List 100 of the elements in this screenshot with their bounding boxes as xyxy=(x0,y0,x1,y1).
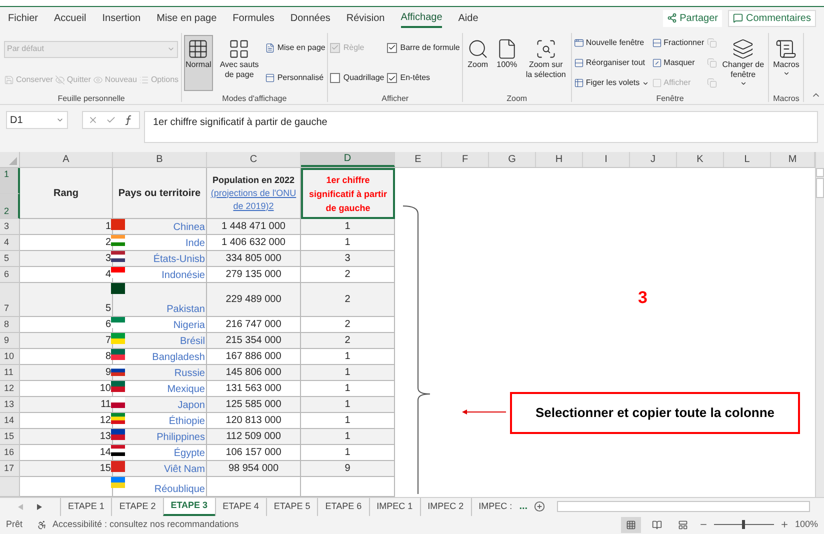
table-cell: 120 813 000 xyxy=(207,413,301,429)
row-header[interactable]: 4 xyxy=(0,235,20,251)
column-header[interactable]: G xyxy=(489,152,536,167)
ribbon-button[interactable]: Avec sauts de page xyxy=(216,35,262,91)
menu-tab[interactable]: Révision xyxy=(346,8,385,28)
zoom-in-icon[interactable] xyxy=(780,520,789,529)
ribbon-button[interactable]: Réorganiser tout xyxy=(574,56,646,69)
checkbox[interactable]: En-têtes xyxy=(387,72,430,84)
column-header[interactable]: F xyxy=(442,152,489,167)
row-header[interactable]: 9 xyxy=(0,333,20,349)
macro-icon xyxy=(775,38,798,60)
ribbon-button[interactable]: Macros xyxy=(771,35,802,91)
column-header[interactable]: I xyxy=(583,152,630,167)
formula-field[interactable]: 1er chiffre significatif à partir de gauche xyxy=(144,111,818,143)
row-header[interactable]: 8 xyxy=(0,317,20,333)
ribbon-button[interactable]: Masquer xyxy=(652,56,695,69)
source-link[interactable]: (projections de l'ONU de 2019)2 xyxy=(207,186,300,212)
column-header[interactable]: J xyxy=(630,152,677,167)
menu-tab[interactable]: Accueil xyxy=(54,8,86,28)
table-cell: 1 xyxy=(301,349,395,365)
ribbon-button[interactable]: Figer les volets xyxy=(574,77,649,90)
sheet-tab[interactable]: ETAPE 6 xyxy=(317,498,369,516)
table-cell: 10 xyxy=(20,381,113,397)
menu-tab[interactable]: Insertion xyxy=(102,8,141,28)
row-header[interactable]: 13 xyxy=(0,397,20,413)
column-header[interactable]: A xyxy=(20,152,113,167)
column-header[interactable]: K xyxy=(677,152,724,167)
ribbon-button[interactable]: Changer de fenêtre xyxy=(720,35,766,91)
accessibility-status[interactable]: Accessibilité : consultez nos recommandations xyxy=(52,518,239,532)
pages-icon xyxy=(707,38,718,48)
table-cell: 125 585 000 xyxy=(207,397,301,413)
horizontal-scrollbar[interactable] xyxy=(556,501,810,512)
column-heading[interactable]: 1er chiffre significatif à partir de gauche xyxy=(301,168,395,219)
more-tabs[interactable]: ... xyxy=(519,499,528,514)
zoom-slider-thumb[interactable] xyxy=(742,520,746,529)
vertical-scrollbar[interactable] xyxy=(815,152,824,497)
menu-tab[interactable]: Fichier xyxy=(8,8,38,28)
window-icon xyxy=(574,38,584,48)
column-header[interactable]: D xyxy=(301,152,395,167)
row-header[interactable]: 3 xyxy=(0,219,20,235)
row-header[interactable]: 7 xyxy=(0,283,20,317)
checkbox[interactable]: Quadrillage xyxy=(330,72,384,84)
menu-tab[interactable]: Mise en page xyxy=(156,8,217,28)
menu-tab[interactable]: Formules xyxy=(232,8,274,28)
sheet-tab[interactable]: ETAPE 1 xyxy=(60,498,112,516)
row-header[interactable]: 17 xyxy=(0,461,20,477)
name-box[interactable]: D1 xyxy=(6,111,68,129)
layout-icon xyxy=(678,520,688,530)
row-header[interactable]: 15 xyxy=(0,429,20,445)
menu-tab[interactable]: Aide xyxy=(458,8,478,28)
ribbon-button[interactable]: Nouvelle fenêtre xyxy=(574,36,644,49)
add-sheet-icon[interactable] xyxy=(534,501,545,512)
table-cell: 167 886 000 xyxy=(207,349,301,365)
row-header[interactable]: 11 xyxy=(0,365,20,381)
sheet-tab[interactable]: IMPEC 1 xyxy=(368,498,420,516)
row-header[interactable]: 12 xyxy=(0,381,20,397)
checkbox[interactable]: Barre de formule xyxy=(387,42,460,54)
column-header[interactable]: H xyxy=(536,152,583,167)
ribbon-button[interactable]: Mise en page xyxy=(265,42,326,54)
share-button[interactable]: Partager xyxy=(662,10,722,26)
column-header[interactable]: E xyxy=(395,152,442,167)
sheet-tab[interactable]: IMPEC 2 xyxy=(420,498,471,516)
row-header[interactable]: 5 xyxy=(0,251,20,267)
table-cell: Pakistan xyxy=(166,304,205,316)
row-header[interactable]: 1 xyxy=(0,168,20,194)
row-header[interactable]: 16 xyxy=(0,445,20,461)
table-cell: Inde xyxy=(186,238,205,250)
sheet-tab[interactable]: IMPEC : xyxy=(470,498,520,516)
enter-icon[interactable] xyxy=(106,115,116,125)
check-icon xyxy=(388,43,396,52)
accessibility-icon[interactable] xyxy=(36,520,47,530)
table-cell: 3 xyxy=(20,251,113,267)
table-cell: 9 xyxy=(20,365,113,381)
step-number: 3 xyxy=(638,287,648,309)
cancel-icon[interactable] xyxy=(88,115,98,125)
function-icon[interactable] xyxy=(124,115,134,125)
sheet-tab[interactable]: ETAPE 4 xyxy=(214,498,266,516)
ribbon-button[interactable]: Personnalisé xyxy=(265,72,324,84)
column-header[interactable]: L xyxy=(724,152,771,167)
menu-tab[interactable]: Données xyxy=(290,8,330,28)
check-icon xyxy=(331,43,340,52)
row-header[interactable]: 2 xyxy=(0,194,20,219)
ribbon-button[interactable]: Zoom xyxy=(464,35,491,91)
status-text: Prêt xyxy=(6,518,23,531)
ribbon-button[interactable]: Zoom sur la sélection xyxy=(522,35,569,91)
sheet-tab[interactable]: ETAPE 3 xyxy=(162,498,215,516)
arrow xyxy=(462,409,506,415)
view-button[interactable] xyxy=(620,516,641,532)
column-header[interactable]: B xyxy=(113,152,207,167)
ribbon-button[interactable]: Normal xyxy=(184,35,214,91)
row-header[interactable]: 6 xyxy=(0,267,20,283)
table-cell: 279 135 000 xyxy=(207,267,301,283)
sheet-tab[interactable]: ETAPE 5 xyxy=(266,498,318,516)
row-header[interactable]: 10 xyxy=(0,349,20,365)
next-sheet-icon[interactable] xyxy=(37,504,42,510)
ribbon-button[interactable]: 100% xyxy=(494,35,520,91)
row-header[interactable]: 14 xyxy=(0,413,20,429)
callout-box: Selectionner et copier toute la colonne xyxy=(510,392,800,434)
ribbon-button[interactable]: Fractionner xyxy=(652,36,704,49)
comments-button[interactable]: Commentaires xyxy=(728,10,816,26)
